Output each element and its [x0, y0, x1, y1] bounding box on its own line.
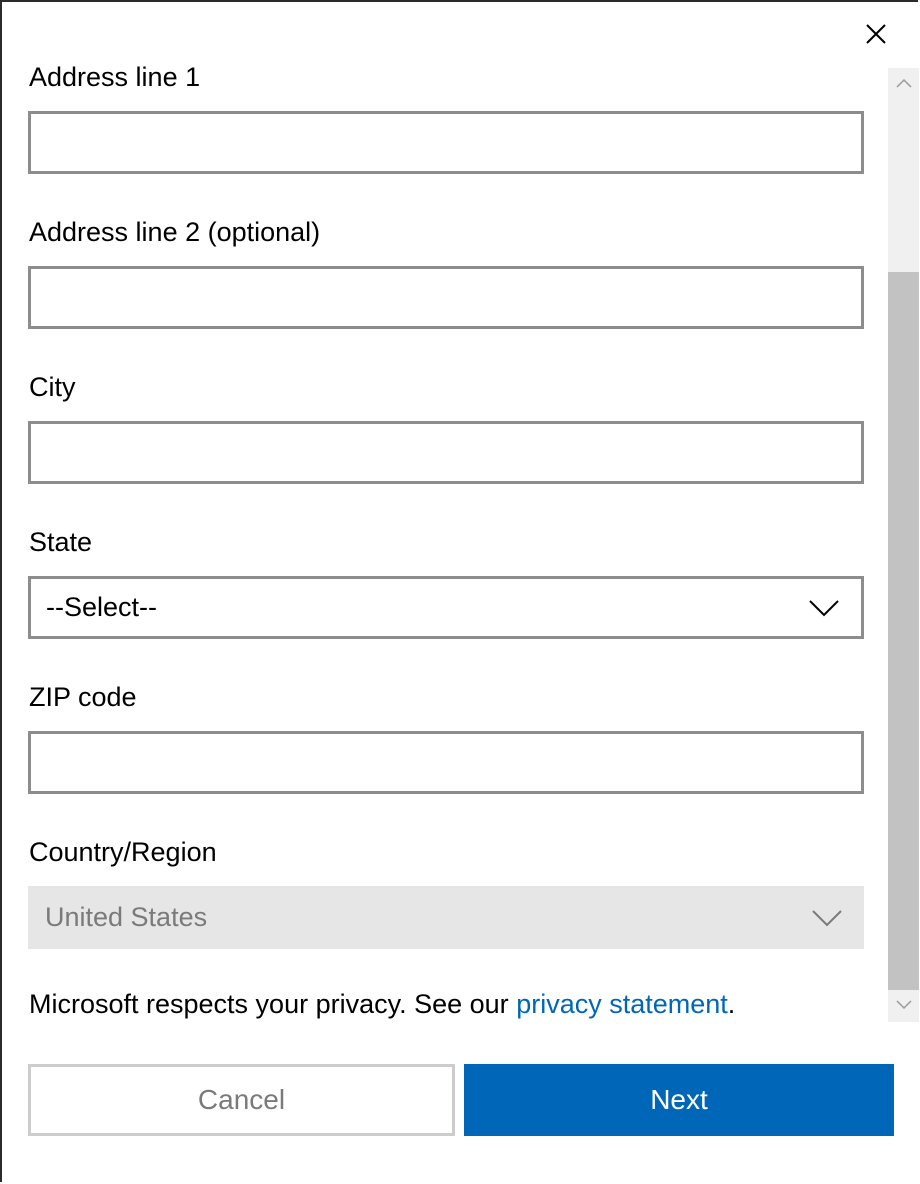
- close-icon: [866, 24, 886, 44]
- city-label: City: [29, 372, 76, 402]
- privacy-suffix: .: [727, 989, 736, 1019]
- chevron-down-icon: [809, 599, 839, 616]
- close-button[interactable]: [858, 16, 894, 52]
- state-label: State: [29, 527, 93, 557]
- scrollbar-thumb[interactable]: [888, 272, 919, 990]
- address1-label: Address line 1: [29, 62, 201, 92]
- address1-field[interactable]: [28, 111, 864, 174]
- city-input[interactable]: [31, 424, 861, 481]
- address2-input[interactable]: [31, 269, 861, 326]
- country-selected-value: United States: [45, 902, 208, 932]
- chevron-down-icon: [812, 909, 842, 926]
- address2-label: Address line 2 (optional): [29, 217, 321, 247]
- address2-field[interactable]: [28, 266, 864, 329]
- country-select: United States: [28, 886, 864, 949]
- privacy-text: Microsoft respects your privacy. See our: [29, 989, 517, 1019]
- country-label: Country/Region: [29, 837, 217, 867]
- privacy-notice: Microsoft respects your privacy. See our…: [29, 987, 735, 1021]
- zip-field[interactable]: [28, 731, 864, 794]
- next-button[interactable]: Next: [464, 1064, 894, 1136]
- cancel-button[interactable]: Cancel: [28, 1064, 455, 1136]
- state-select[interactable]: --Select--: [28, 576, 864, 639]
- city-field[interactable]: [28, 421, 864, 484]
- chevron-down-icon: [895, 1000, 912, 1010]
- address1-input[interactable]: [31, 114, 861, 171]
- zip-label: ZIP code: [29, 682, 137, 712]
- privacy-statement-link[interactable]: privacy statement: [516, 989, 728, 1019]
- zip-input[interactable]: [31, 734, 861, 791]
- scroll-up-button[interactable]: [888, 68, 919, 98]
- scroll-down-button[interactable]: [888, 990, 919, 1020]
- chevron-up-icon: [895, 78, 912, 88]
- state-selected-value: --Select--: [46, 592, 158, 622]
